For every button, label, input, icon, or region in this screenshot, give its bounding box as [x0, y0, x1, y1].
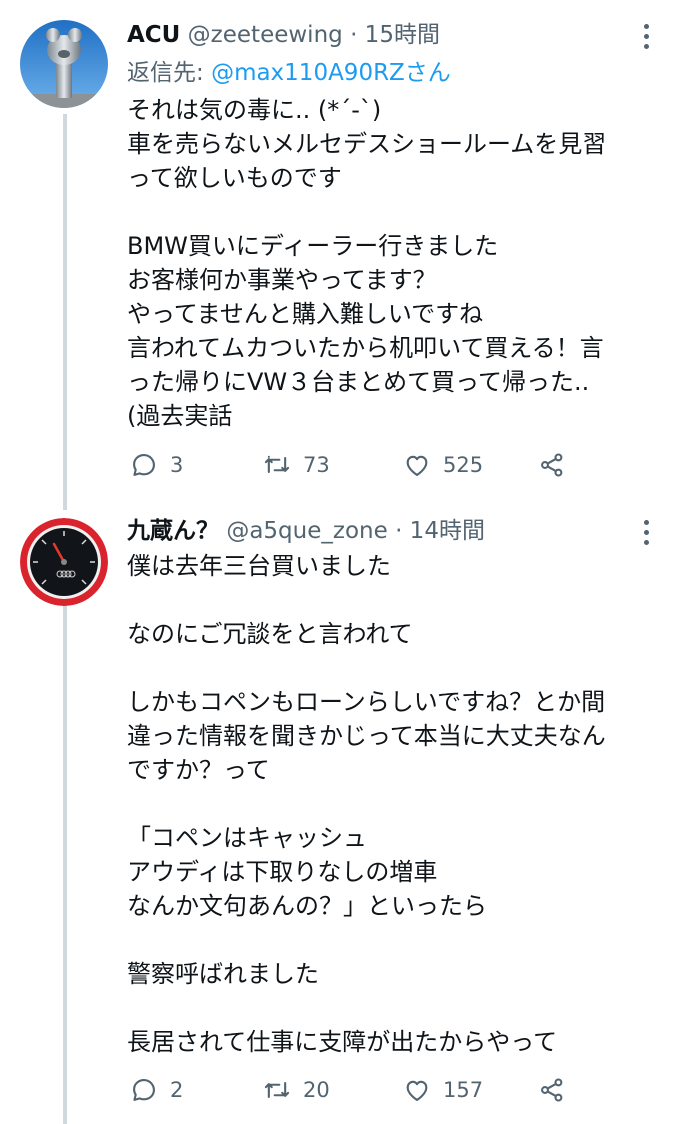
tweet-text-line: なんか文句あんの？」といったら: [127, 892, 487, 920]
tweet-text-line: 僕は去年三台買いました: [127, 552, 391, 580]
like-count: 157: [443, 1078, 484, 1102]
tweet-text-line: しかもコペンもローンらしいですね？とか間: [127, 688, 606, 716]
tweet-text-line: なのにご冗談をと言われて: [127, 620, 413, 648]
heart-icon: [406, 1080, 428, 1101]
share-button[interactable]: [538, 1076, 566, 1104]
like-button[interactable]: 157: [403, 1076, 483, 1104]
tweet-text-line: [127, 991, 667, 1025]
tweet-text-line: [127, 651, 667, 685]
tweet-text-line: 違った情報を聞きかじって本当に大丈夫なん: [127, 722, 606, 750]
tweet-text-line: アウディは下取りなしの増車: [127, 858, 438, 886]
tweet-text-line: 警察呼ばれました: [127, 960, 319, 988]
avatar-image: [20, 518, 108, 606]
tweet-actions: 2 20 157: [127, 1073, 577, 1107]
retweet-icon: [264, 1081, 290, 1099]
tweet-text-line: 「コペンはキャッシュ: [127, 824, 367, 852]
timestamp[interactable]: · 14時間: [395, 518, 485, 544]
reply-button[interactable]: 2: [130, 1076, 183, 1104]
more-options-icon[interactable]: [644, 520, 650, 545]
tweet-header: 九蔵ん？ @a5que_zone · 14時間: [127, 516, 640, 546]
reply-icon: [133, 1079, 155, 1101]
tweet[interactable]: 九蔵ん？ @a5que_zone · 14時間 僕は去年三台買いました なのにご…: [0, 0, 680, 1124]
tweet-text-line: [127, 583, 667, 617]
tweet-text-line: [127, 787, 667, 821]
retweet-count: 20: [303, 1078, 330, 1102]
tweet-text-line: 長居されて仕事に支障が出たからやって: [127, 1028, 558, 1056]
display-name[interactable]: 九蔵ん？: [127, 518, 219, 544]
retweet-button[interactable]: 20: [263, 1076, 330, 1104]
share-icon: [541, 1078, 563, 1102]
avatar[interactable]: [20, 518, 108, 606]
reply-count: 2: [170, 1078, 184, 1102]
tweet-text: 僕は去年三台買いました なのにご冗談をと言われて しかもコペンもローンらしいです…: [127, 549, 667, 1059]
tweet-text-line: ですか？って: [127, 756, 270, 784]
tweet-text-line: [127, 923, 667, 957]
username[interactable]: @a5que_zone: [226, 518, 387, 544]
